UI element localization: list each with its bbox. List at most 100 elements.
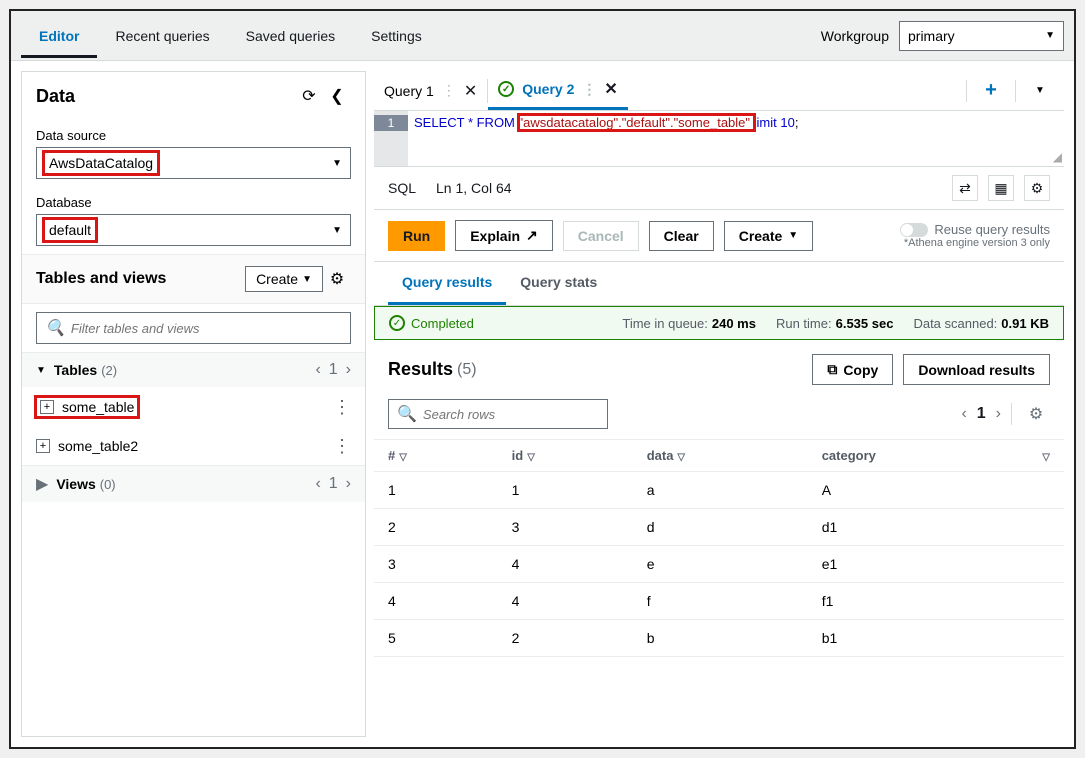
settings-icon[interactable]: ⚙ [323, 265, 351, 293]
sql-keyword: SELECT * FROM [414, 115, 519, 130]
expand-icon[interactable]: + [36, 439, 50, 453]
tables-group[interactable]: ▼ Tables (2) ‹ 1 › [22, 352, 365, 387]
grid-icon[interactable]: ▦ [988, 175, 1014, 201]
col-category[interactable]: category [808, 440, 1025, 472]
search-rows-input[interactable]: 🔍 [388, 399, 608, 429]
run-button[interactable]: Run [388, 221, 445, 251]
tables-count: (2) [101, 363, 117, 378]
caret-down-icon: ▼ [332, 158, 342, 169]
col-extra[interactable]: ▽ [1024, 440, 1064, 472]
query-tabs: Query 1 ⋮ ✕ ✓ Query 2 ⋮ ✕ + ▼ [374, 71, 1064, 111]
reuse-toggle[interactable] [900, 223, 928, 237]
results-count: (5) [457, 361, 477, 379]
expand-icon[interactable]: + [40, 400, 54, 414]
tab-settings[interactable]: Settings [353, 14, 440, 58]
prev-page-icon[interactable]: ‹ [315, 361, 320, 379]
tables-label: Tables [54, 362, 97, 378]
query-status: ✓ Completed Time in queue: 240 ms Run ti… [374, 306, 1064, 340]
copy-button[interactable]: ⧉ Copy [812, 354, 893, 385]
line-number: 1 [374, 115, 408, 131]
database-value: default [45, 220, 95, 240]
tab-recent-queries[interactable]: Recent queries [97, 14, 227, 58]
table-item-some-table[interactable]: + some_table ⋮ [22, 387, 365, 427]
cell-data: d [633, 509, 808, 546]
sidebar-title: Data [36, 86, 295, 107]
next-page-icon[interactable]: › [346, 361, 351, 379]
cell-category: b1 [808, 620, 1025, 657]
query-tab-2[interactable]: ✓ Query 2 ⋮ ✕ [488, 71, 628, 110]
tab-editor[interactable]: Editor [21, 14, 97, 58]
tab-query-stats[interactable]: Query stats [506, 262, 611, 305]
action-bar: Run Explain ↗ Cancel Clear Create ▼ Reus… [374, 210, 1064, 262]
new-query-button[interactable]: + [977, 77, 1005, 105]
next-page-icon[interactable]: › [996, 405, 1001, 423]
tab-options-button[interactable]: ▼ [1026, 77, 1054, 105]
results-table: #▽ id▽ data▽ category ▽ 11aA23dd134ee144… [374, 439, 1064, 657]
datasource-select[interactable]: AwsDataCatalog ▼ [36, 147, 351, 179]
col-id[interactable]: id▽ [498, 440, 633, 472]
caret-down-icon: ▼ [302, 274, 312, 285]
views-page: 1 [329, 475, 338, 493]
datasource-label: Data source [36, 128, 351, 143]
format-icon[interactable]: ⇄ [952, 175, 978, 201]
create-table-view-button[interactable]: Create▼ [245, 266, 323, 292]
tab-menu-icon[interactable]: ⋮ [442, 82, 456, 99]
close-tab-icon[interactable]: ✕ [604, 79, 617, 99]
close-tab-icon[interactable]: ✕ [464, 81, 477, 101]
collapse-sidebar-button[interactable]: ❮ [323, 82, 351, 110]
cell-id: 1 [498, 472, 633, 509]
filter-tables-field[interactable] [71, 321, 342, 336]
scanned-value: 0.91 KB [1001, 316, 1049, 331]
clear-button[interactable]: Clear [649, 221, 714, 251]
caret-down-icon: ▼ [332, 225, 342, 236]
cell-id: 4 [498, 546, 633, 583]
runtime-value: 6.535 sec [836, 316, 894, 331]
table-menu-icon[interactable]: ⋮ [333, 398, 351, 416]
workgroup-label: Workgroup [821, 28, 889, 44]
caret-down-icon: ▼ [788, 230, 798, 241]
prev-page-icon[interactable]: ‹ [961, 405, 966, 423]
next-page-icon[interactable]: › [346, 475, 351, 493]
sql-string-highlight: "awsdatacatalog"."default"."some_table" [519, 115, 754, 130]
refresh-button[interactable]: ⟳ [295, 82, 323, 110]
cell-id: 4 [498, 583, 633, 620]
check-icon: ✓ [498, 81, 514, 97]
results-settings-icon[interactable]: ⚙ [1022, 400, 1050, 428]
editor-cursor-pos: Ln 1, Col 64 [436, 180, 512, 196]
settings-icon[interactable]: ⚙ [1024, 175, 1050, 201]
tab-query-results[interactable]: Query results [388, 262, 506, 305]
col-hash[interactable]: #▽ [374, 440, 498, 472]
search-rows-field[interactable] [423, 407, 601, 422]
editor-status-bar: SQL Ln 1, Col 64 ⇄ ▦ ⚙ [374, 167, 1064, 210]
filter-tables-input[interactable]: 🔍 [36, 312, 351, 344]
prev-page-icon[interactable]: ‹ [315, 475, 320, 493]
reuse-note: *Athena engine version 3 only [900, 237, 1050, 249]
query-tab-1[interactable]: Query 1 ⋮ ✕ [374, 71, 487, 110]
tab-menu-icon[interactable]: ⋮ [582, 81, 596, 98]
tables-views-title: Tables and views [36, 270, 245, 288]
resize-handle-icon[interactable]: ◢ [1053, 150, 1062, 164]
caret-down-icon: ▼ [36, 365, 46, 376]
table-menu-icon[interactable]: ⋮ [333, 437, 351, 455]
create-button[interactable]: Create ▼ [724, 221, 814, 251]
queue-label: Time in queue: [622, 316, 708, 331]
database-label: Database [36, 195, 351, 210]
table-name: some_table2 [58, 438, 138, 454]
cell-n: 2 [374, 509, 498, 546]
cell-category: d1 [808, 509, 1025, 546]
database-select[interactable]: default ▼ [36, 214, 351, 246]
workgroup-select[interactable]: primary ▼ [899, 21, 1064, 51]
sql-editor[interactable]: 1 SELECT * FROM "awsdatacatalog"."defaul… [374, 111, 1064, 167]
cell-id: 3 [498, 509, 633, 546]
table-item-some-table2[interactable]: + some_table2 ⋮ [22, 427, 365, 465]
cell-n: 5 [374, 620, 498, 657]
views-group[interactable]: ▶ Views (0) ‹ 1 › [22, 465, 365, 502]
download-results-button[interactable]: Download results [903, 354, 1050, 385]
col-data[interactable]: data▽ [633, 440, 808, 472]
cell-id: 2 [498, 620, 633, 657]
explain-button[interactable]: Explain ↗ [455, 220, 553, 251]
success-icon: ✓ [389, 315, 405, 331]
cell-n: 4 [374, 583, 498, 620]
tab-saved-queries[interactable]: Saved queries [228, 14, 354, 58]
sort-icon: ▽ [399, 452, 407, 463]
